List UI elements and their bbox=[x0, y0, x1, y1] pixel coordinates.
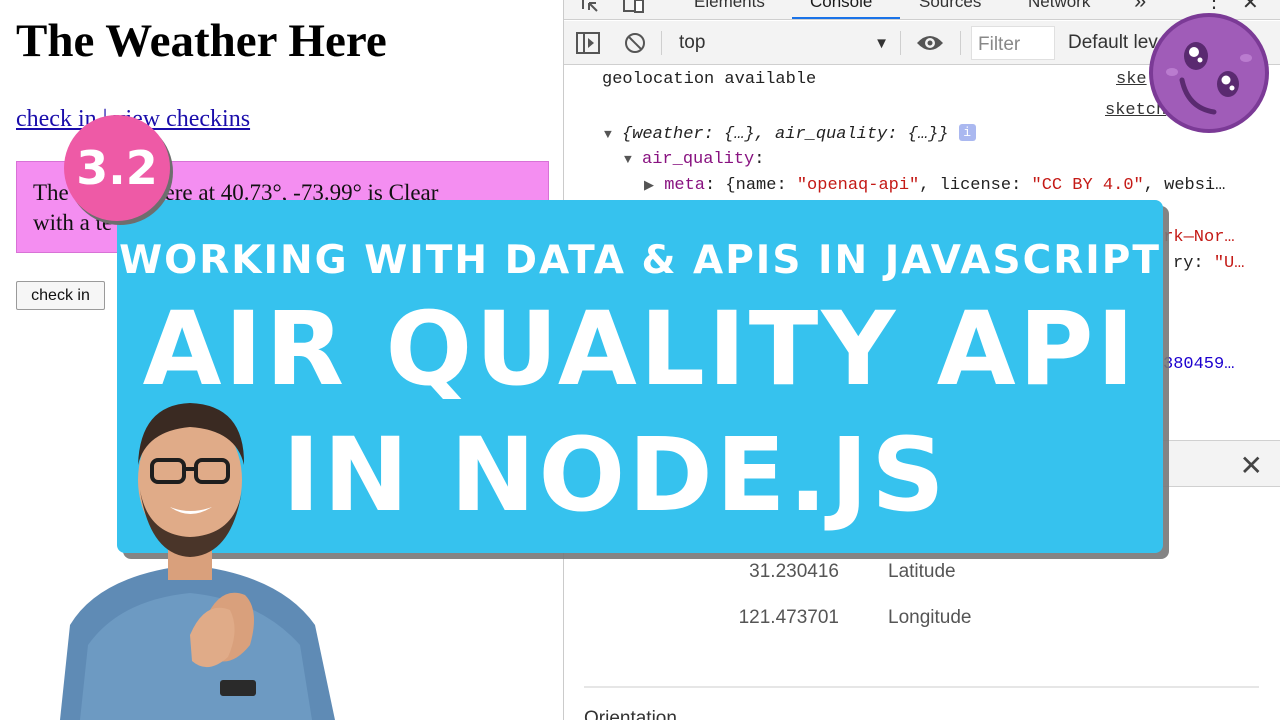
series-subtitle: Working with Data & APIs in JavaScript bbox=[119, 238, 1161, 283]
meta-row[interactable]: ▶ meta: {name: "openaq-api", license: "C… bbox=[644, 176, 1225, 195]
object-summary-row[interactable]: ▼ {weather: {…}, air_quality: {…}} i bbox=[604, 124, 976, 144]
video-title-line-1: Air Quality API bbox=[142, 290, 1138, 409]
air-quality-row[interactable]: ▼ air_quality: bbox=[624, 150, 764, 169]
latitude-value[interactable]: 31.230416 bbox=[564, 561, 839, 583]
truncated-key: ry: bbox=[1173, 254, 1204, 273]
clear-console-icon[interactable] bbox=[624, 32, 646, 54]
context-selector[interactable]: top ▼ bbox=[679, 21, 889, 65]
source-link[interactable]: ske bbox=[1116, 70, 1147, 89]
meta-name-key: name bbox=[735, 176, 777, 195]
coding-train-mascot-icon bbox=[1149, 13, 1269, 133]
console-message: geolocation available bbox=[602, 70, 817, 89]
longitude-label: Longitude bbox=[888, 607, 972, 628]
meta-license-key: license bbox=[939, 176, 1012, 195]
meta-truncated: websi… bbox=[1164, 176, 1226, 195]
sidebar-toggle-icon[interactable] bbox=[576, 32, 600, 54]
device-toolbar-icon[interactable] bbox=[622, 0, 646, 16]
longitude-value[interactable]: 121.473701 bbox=[564, 607, 839, 629]
inspect-element-icon[interactable] bbox=[580, 0, 602, 16]
meta-license-value: "CC BY 4.0" bbox=[1031, 176, 1144, 195]
orientation-label: Orientation bbox=[584, 708, 677, 720]
episode-badge: 3.2 bbox=[64, 115, 170, 221]
active-tab-indicator bbox=[792, 17, 900, 19]
toolbar-divider bbox=[661, 31, 662, 55]
tab-elements[interactable]: Elements bbox=[694, 0, 765, 12]
truncated-number: 380459… bbox=[1163, 355, 1235, 374]
context-value: top bbox=[679, 32, 706, 53]
presenter-photo bbox=[60, 403, 335, 720]
meta-key: meta bbox=[664, 176, 706, 195]
truncated-string: "U… bbox=[1213, 254, 1245, 273]
sensor-divider bbox=[584, 686, 1259, 688]
toolbar-divider bbox=[960, 31, 961, 55]
check-in-button[interactable]: check in bbox=[16, 281, 105, 310]
meta-name-value: "openaq-api" bbox=[796, 176, 920, 195]
object-summary: {weather: {…}, air_quality: {…}} bbox=[622, 125, 949, 144]
live-expression-eye-icon[interactable] bbox=[916, 33, 944, 53]
air-quality-key: air_quality bbox=[642, 150, 755, 169]
tab-console[interactable]: Console bbox=[810, 0, 872, 12]
tab-network[interactable]: Network bbox=[1028, 0, 1090, 12]
toolbar-divider bbox=[900, 31, 901, 55]
collapse-arrow-icon: ▶ bbox=[644, 178, 654, 193]
expand-arrow-icon: ▼ bbox=[604, 127, 612, 142]
tab-sources[interactable]: Sources bbox=[919, 0, 981, 12]
expand-arrow-icon: ▼ bbox=[624, 152, 632, 167]
dropdown-arrow-icon: ▼ bbox=[874, 34, 889, 52]
more-tabs-icon[interactable]: » bbox=[1134, 0, 1146, 14]
info-icon: i bbox=[958, 124, 976, 141]
console-filter-input[interactable]: Filter bbox=[971, 26, 1055, 60]
close-drawer-icon[interactable]: ✕ bbox=[1240, 449, 1263, 482]
page-title: The Weather Here bbox=[16, 15, 387, 67]
latitude-label: Latitude bbox=[888, 561, 956, 582]
truncated-row: ry: "U… bbox=[1173, 254, 1244, 273]
